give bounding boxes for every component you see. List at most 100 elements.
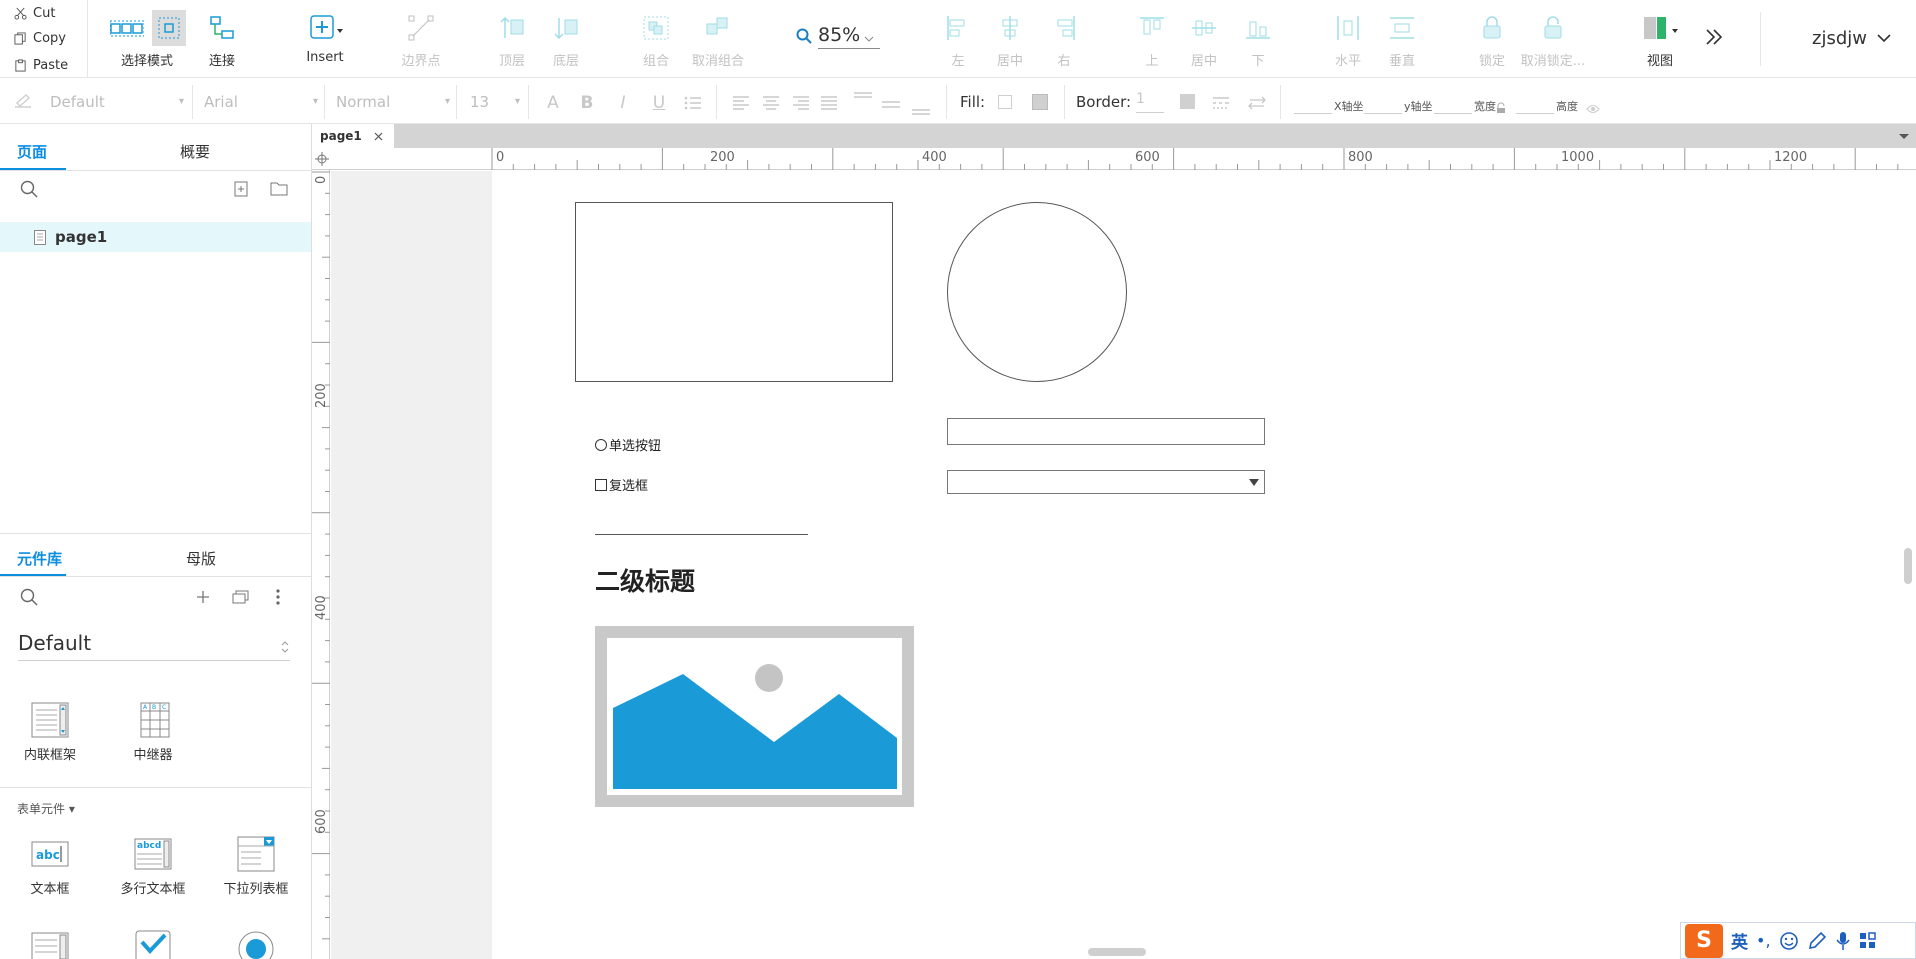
library-select[interactable]: Default: [18, 631, 290, 661]
chevron-down-icon: ▾: [178, 96, 184, 107]
valign-middle-icon[interactable]: [880, 95, 902, 115]
checkbox-widget[interactable]: 复选框: [595, 475, 648, 494]
font-color-icon[interactable]: A: [542, 93, 564, 113]
align-center-button[interactable]: 居中: [992, 10, 1028, 70]
add-page-icon[interactable]: [234, 181, 248, 201]
style-select[interactable]: Default ▾: [50, 90, 184, 114]
add-folder-icon[interactable]: [270, 181, 288, 200]
height-field[interactable]: 高度: [1516, 92, 1600, 114]
border-style-icon[interactable]: [1210, 93, 1232, 113]
image-placeholder-widget[interactable]: [595, 626, 914, 807]
library-item-inline-frame[interactable]: 内联框架: [0, 702, 100, 763]
library-item-textarea[interactable]: abcd 多行文本框: [103, 836, 203, 897]
search-icon[interactable]: [20, 180, 38, 202]
y-coordinate-field[interactable]: y轴坐: [1364, 92, 1433, 114]
horizontal-scrollbar-thumb[interactable]: [1088, 948, 1146, 956]
distribute-horizontal-label: 水平: [1334, 54, 1361, 69]
border-width-input[interactable]: 1: [1136, 91, 1164, 113]
align-text-center-icon[interactable]: [760, 93, 782, 113]
grid-menu-icon[interactable]: [1859, 931, 1877, 950]
rectangle-widget[interactable]: [575, 202, 893, 382]
valign-top-icon[interactable]: [852, 89, 874, 109]
tab-outline[interactable]: 概要: [180, 141, 210, 162]
border-color-swatch[interactable]: [1180, 94, 1195, 109]
paste-button[interactable]: Paste: [14, 55, 68, 75]
close-icon[interactable]: [374, 132, 383, 141]
pen-icon[interactable]: [1807, 931, 1827, 951]
text-field-widget[interactable]: [947, 418, 1265, 445]
bring-to-front-button[interactable]: 顶层: [492, 10, 532, 70]
cut-button[interactable]: Cut: [14, 3, 55, 23]
emoji-icon[interactable]: [1779, 931, 1799, 951]
library-item-radio[interactable]: [206, 930, 306, 959]
align-middle-button[interactable]: 居中: [1186, 10, 1222, 70]
group-button[interactable]: 组合: [636, 10, 676, 70]
distribute-horizontal-button[interactable]: 水平: [1330, 10, 1366, 70]
circle-widget[interactable]: [947, 202, 1127, 382]
align-bottom-button[interactable]: 下: [1240, 10, 1276, 70]
connect-button[interactable]: 连接: [202, 10, 242, 70]
library-item-list-box[interactable]: [0, 932, 100, 959]
distribute-vertical-button[interactable]: 垂直: [1384, 10, 1420, 70]
view-button[interactable]: 视图: [1640, 10, 1680, 70]
page-item-page1[interactable]: page1: [0, 222, 311, 252]
tab-masters[interactable]: 母版: [186, 548, 216, 569]
tab-pages[interactable]: 页面: [17, 141, 47, 162]
x-coordinate-field[interactable]: X轴坐: [1294, 92, 1364, 114]
vertical-scrollbar-thumb[interactable]: [1904, 548, 1912, 584]
library-item-text-field[interactable]: abc 文本框: [0, 836, 100, 897]
ime-language-toggle[interactable]: 英: [1731, 928, 1748, 953]
microphone-icon[interactable]: [1835, 931, 1851, 951]
add-library-icon[interactable]: [196, 590, 210, 608]
align-top-button[interactable]: 上: [1134, 10, 1170, 70]
fill-shadow-icon[interactable]: [1032, 94, 1048, 110]
italic-icon[interactable]: I: [612, 93, 634, 113]
tab-library[interactable]: 元件库: [17, 548, 62, 569]
font-size-select[interactable]: 13 ▾: [470, 90, 520, 114]
bold-icon[interactable]: B: [576, 93, 598, 113]
lock-ratio-icon[interactable]: [1496, 102, 1506, 114]
arrow-style-icon[interactable]: [1246, 93, 1268, 113]
unlock-button[interactable]: 取消锁定...: [1521, 10, 1585, 70]
eye-icon[interactable]: [1586, 104, 1600, 114]
library-item-checkbox[interactable]: [103, 930, 203, 959]
lock-button[interactable]: 锁定: [1472, 10, 1512, 70]
fill-color-swatch[interactable]: [998, 95, 1012, 109]
select-intersect-icon[interactable]: [108, 10, 146, 46]
font-weight-select[interactable]: Normal ▾: [336, 90, 450, 114]
align-right-button[interactable]: 右: [1046, 10, 1082, 70]
align-left-button[interactable]: 左: [940, 10, 976, 70]
horizontal-line-widget[interactable]: [595, 534, 808, 535]
heading2-widget[interactable]: 二级标题: [595, 562, 695, 598]
send-to-back-button[interactable]: 底层: [546, 10, 586, 70]
valign-bottom-icon[interactable]: [910, 99, 932, 119]
select-mode-button[interactable]: 选择模式: [104, 10, 190, 70]
document-tab-page1[interactable]: page1: [312, 124, 394, 148]
align-text-left-icon[interactable]: [730, 93, 752, 113]
user-menu[interactable]: zjsdjw: [1812, 28, 1891, 49]
library-copy-icon[interactable]: [232, 590, 250, 608]
boundary-point-button[interactable]: 边界点: [400, 10, 442, 70]
search-icon[interactable]: [20, 588, 38, 610]
form-elements-section-label[interactable]: 表单元件 ▾: [17, 800, 75, 817]
more-options-icon[interactable]: [276, 589, 280, 609]
zoom-control[interactable]: 85%: [796, 22, 886, 50]
chevron-down-icon[interactable]: [1898, 133, 1910, 141]
copy-button[interactable]: Copy: [14, 28, 66, 48]
radio-button-widget[interactable]: 单选按钮: [595, 435, 661, 454]
justify-text-icon[interactable]: [818, 93, 840, 113]
underline-icon[interactable]: U: [648, 93, 670, 113]
font-family-select[interactable]: Arial ▾: [204, 90, 318, 114]
align-text-right-icon[interactable]: [790, 93, 812, 113]
sogou-logo-icon[interactable]: S: [1685, 923, 1723, 958]
bullet-list-icon[interactable]: [682, 93, 704, 113]
ungroup-button[interactable]: 取消组合: [688, 10, 748, 70]
dropdown-widget[interactable]: [947, 470, 1265, 494]
more-tools-button[interactable]: [1704, 28, 1724, 50]
insert-button[interactable]: Insert: [300, 10, 350, 70]
select-contain-icon[interactable]: [152, 10, 186, 46]
punctuation-icon[interactable]: •,: [1756, 931, 1771, 950]
library-item-repeater[interactable]: ABC 中继器: [103, 702, 203, 763]
library-item-dropdown[interactable]: 下拉列表框: [206, 836, 306, 897]
width-field[interactable]: 宽度: [1434, 92, 1506, 114]
